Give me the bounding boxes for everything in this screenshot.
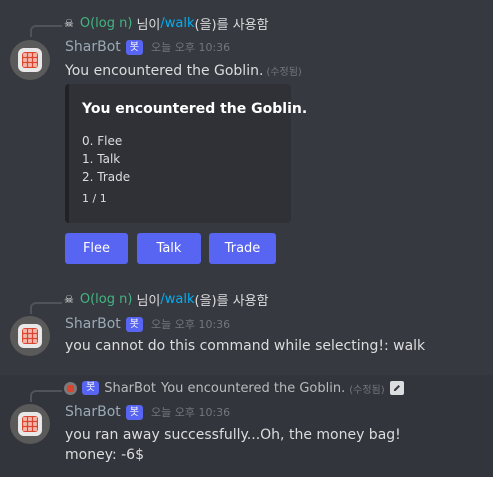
sharbot-avatar[interactable] bbox=[10, 316, 50, 356]
message-content: you cannot do this command while selecti… bbox=[65, 338, 426, 354]
reply-text: 님이 bbox=[136, 17, 161, 33]
sharbot-avatar[interactable] bbox=[10, 404, 50, 444]
trade-button[interactable]: Trade bbox=[209, 233, 276, 264]
embed-line: 0. Flee bbox=[82, 134, 123, 148]
avatar-icon bbox=[18, 48, 42, 72]
author-name[interactable]: SharBot bbox=[65, 404, 121, 420]
embed-footer: 1 / 1 bbox=[82, 192, 107, 205]
embed-title: You encountered the Goblin. bbox=[82, 101, 308, 117]
reply-connector bbox=[30, 25, 62, 37]
message-header: SharBot 봇 오늘 오후 10:36 bbox=[65, 37, 230, 57]
reply-username[interactable]: O(log n) bbox=[80, 292, 133, 307]
bot-tag: 봇 bbox=[125, 316, 143, 332]
message-line: money: -6$ bbox=[65, 447, 144, 463]
reply-connector bbox=[30, 390, 62, 402]
reply-text-end: (을)를 사용함 bbox=[194, 17, 269, 33]
author-name[interactable]: SharBot bbox=[65, 39, 121, 55]
message-text: You encountered the Goblin. bbox=[65, 63, 264, 79]
bot-tag: 봇 bbox=[125, 39, 143, 55]
reply-username[interactable]: O(log n) bbox=[80, 16, 133, 31]
talk-button[interactable]: Talk bbox=[137, 233, 201, 264]
timestamp[interactable]: 오늘 오후 10:36 bbox=[151, 404, 230, 420]
bot-tag: 봇 bbox=[82, 381, 100, 395]
message-content: you ran away successfully...Oh, the mone… bbox=[65, 425, 401, 465]
skull-icon: ☠ bbox=[64, 292, 74, 306]
reply-text: 님이 bbox=[136, 293, 161, 309]
timestamp[interactable]: 오늘 오후 10:36 bbox=[151, 316, 230, 332]
reply-preview[interactable]: ☠ O(log n) 님이 /walk (을)를 사용함 bbox=[64, 290, 269, 309]
edit-icon[interactable] bbox=[389, 381, 404, 395]
avatar-icon bbox=[18, 412, 42, 436]
flee-button[interactable]: Flee bbox=[65, 233, 128, 264]
skull-icon: ☠ bbox=[64, 16, 74, 30]
message-line: you ran away successfully...Oh, the mone… bbox=[65, 427, 401, 443]
message-content: You encountered the Goblin. (수정됨) bbox=[65, 61, 302, 83]
embed-description: 0. Flee 1. Talk 2. Trade bbox=[82, 132, 130, 186]
reply-command[interactable]: /walk bbox=[160, 16, 194, 31]
message-header: SharBot 봇 오늘 오후 10:36 bbox=[65, 402, 230, 422]
reply-username[interactable]: SharBot bbox=[104, 381, 156, 396]
sharbot-avatar[interactable] bbox=[10, 40, 50, 80]
reply-command[interactable]: /walk bbox=[160, 292, 194, 307]
bot-tag: 봇 bbox=[125, 404, 143, 420]
reply-text: You encountered the Goblin. bbox=[160, 380, 346, 396]
reply-text-end: (을)를 사용함 bbox=[194, 293, 269, 309]
embed-line: 2. Trade bbox=[82, 170, 131, 184]
reply-connector bbox=[30, 302, 62, 314]
reply-preview[interactable]: 봇 SharBot You encountered the Goblin. (수… bbox=[64, 379, 404, 397]
reply-preview[interactable]: ☠ O(log n) 님이 /walk (을)를 사용함 bbox=[64, 14, 269, 33]
embed-line: 1. Talk bbox=[82, 152, 121, 166]
author-name[interactable]: SharBot bbox=[65, 316, 121, 332]
message-header: SharBot 봇 오늘 오후 10:36 bbox=[65, 314, 230, 334]
timestamp[interactable]: 오늘 오후 10:36 bbox=[151, 39, 230, 55]
avatar-icon bbox=[18, 324, 42, 348]
mini-avatar-icon bbox=[64, 381, 77, 395]
embed: You encountered the Goblin. 0. Flee 1. T… bbox=[65, 84, 307, 223]
edited-label: (수정됨) bbox=[266, 67, 302, 78]
edited-label: (수정됨) bbox=[349, 384, 385, 396]
